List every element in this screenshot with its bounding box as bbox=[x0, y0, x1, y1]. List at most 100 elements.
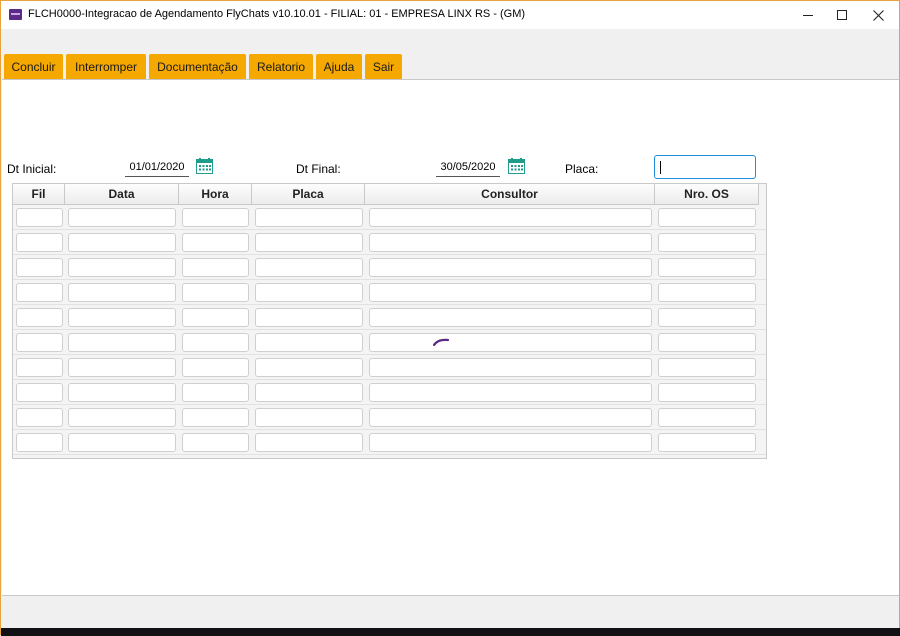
menu-sair[interactable]: Sair bbox=[365, 54, 402, 79]
cell-nro-os[interactable] bbox=[658, 383, 756, 402]
cell-consultor[interactable] bbox=[369, 408, 652, 427]
cell-data[interactable] bbox=[68, 383, 176, 402]
cell-nro-os[interactable] bbox=[658, 283, 756, 302]
cell-nro-os[interactable] bbox=[658, 433, 756, 452]
cell-placa[interactable] bbox=[255, 383, 363, 402]
cell-placa[interactable] bbox=[255, 433, 363, 452]
table-row[interactable] bbox=[13, 380, 766, 405]
app-icon bbox=[9, 9, 22, 20]
cell-nro-os[interactable] bbox=[658, 308, 756, 327]
cell-consultor[interactable] bbox=[369, 258, 652, 277]
cell-fil[interactable] bbox=[16, 233, 63, 252]
cell-placa[interactable] bbox=[255, 208, 363, 227]
menu-interromper[interactable]: Interromper bbox=[66, 54, 146, 79]
column-header-placa[interactable]: Placa bbox=[252, 184, 365, 205]
cell-consultor[interactable] bbox=[369, 283, 652, 302]
cell-nro-os[interactable] bbox=[658, 258, 756, 277]
calendar-icon[interactable] bbox=[196, 158, 213, 174]
table-row[interactable] bbox=[13, 405, 766, 430]
close-button[interactable] bbox=[855, 1, 900, 29]
cell-data[interactable] bbox=[68, 433, 176, 452]
column-header-fil[interactable]: Fil bbox=[13, 184, 65, 205]
table-row[interactable] bbox=[13, 230, 766, 255]
cell-hora[interactable] bbox=[182, 358, 249, 377]
cell-placa[interactable] bbox=[255, 308, 363, 327]
cell-fil[interactable] bbox=[16, 333, 63, 352]
dt-inicial-input[interactable]: 01/01/2020 bbox=[125, 158, 189, 177]
cell-nro-os[interactable] bbox=[658, 408, 756, 427]
cell-hora[interactable] bbox=[182, 408, 249, 427]
cell-hora[interactable] bbox=[182, 233, 249, 252]
cell-hora[interactable] bbox=[182, 333, 249, 352]
cell-fil[interactable] bbox=[16, 383, 63, 402]
cell-consultor[interactable] bbox=[369, 308, 652, 327]
cell-nro-os[interactable] bbox=[658, 208, 756, 227]
cell-data[interactable] bbox=[68, 333, 176, 352]
cell-fil[interactable] bbox=[16, 358, 63, 377]
cell-hora[interactable] bbox=[182, 308, 249, 327]
cell-consultor[interactable] bbox=[369, 358, 652, 377]
cell-consultor[interactable] bbox=[369, 433, 652, 452]
maximize-icon bbox=[837, 10, 847, 20]
table-row[interactable] bbox=[13, 355, 766, 380]
cell-fil[interactable] bbox=[16, 258, 63, 277]
cell-placa[interactable] bbox=[255, 358, 363, 377]
cell-placa[interactable] bbox=[255, 233, 363, 252]
cell-hora[interactable] bbox=[182, 283, 249, 302]
menu-concluir[interactable]: Concluir bbox=[4, 54, 63, 79]
placa-label: Placa: bbox=[565, 162, 599, 176]
menu-ajuda[interactable]: Ajuda bbox=[316, 54, 362, 79]
cell-data[interactable] bbox=[68, 358, 176, 377]
calendar-icon[interactable] bbox=[508, 158, 525, 174]
cell-data[interactable] bbox=[68, 408, 176, 427]
cell-fil[interactable] bbox=[16, 308, 63, 327]
placa-input[interactable] bbox=[654, 155, 756, 179]
column-header-data[interactable]: Data bbox=[65, 184, 179, 205]
cell-consultor[interactable] bbox=[369, 383, 652, 402]
grid-header: Fil Data Hora Placa Consultor Nro. OS bbox=[13, 184, 759, 205]
cell-hora[interactable] bbox=[182, 208, 249, 227]
title-bar: FLCH0000-Integracao de Agendamento FlyCh… bbox=[1, 1, 899, 29]
cell-data[interactable] bbox=[68, 233, 176, 252]
cell-data[interactable] bbox=[68, 308, 176, 327]
cell-fil[interactable] bbox=[16, 208, 63, 227]
cell-data[interactable] bbox=[68, 208, 176, 227]
dt-final-label: Dt Final: bbox=[296, 162, 341, 176]
cell-data[interactable] bbox=[68, 283, 176, 302]
loading-spinner-icon bbox=[433, 338, 449, 346]
cell-placa[interactable] bbox=[255, 283, 363, 302]
table-row[interactable] bbox=[13, 305, 766, 330]
table-row[interactable] bbox=[13, 430, 766, 455]
cell-placa[interactable] bbox=[255, 258, 363, 277]
cell-consultor[interactable] bbox=[369, 333, 652, 352]
column-header-hora[interactable]: Hora bbox=[179, 184, 252, 205]
cell-nro-os[interactable] bbox=[658, 358, 756, 377]
cell-nro-os[interactable] bbox=[658, 233, 756, 252]
table-row[interactable] bbox=[13, 280, 766, 305]
table-row[interactable] bbox=[13, 330, 766, 355]
cell-nro-os[interactable] bbox=[658, 333, 756, 352]
cell-consultor[interactable] bbox=[369, 233, 652, 252]
cell-hora[interactable] bbox=[182, 433, 249, 452]
cell-fil[interactable] bbox=[16, 433, 63, 452]
column-header-consultor[interactable]: Consultor bbox=[365, 184, 655, 205]
cell-hora[interactable] bbox=[182, 383, 249, 402]
table-row[interactable] bbox=[13, 205, 766, 230]
window-title: FLCH0000-Integracao de Agendamento FlyCh… bbox=[28, 8, 526, 20]
table-row[interactable] bbox=[13, 255, 766, 280]
cell-data[interactable] bbox=[68, 258, 176, 277]
cell-fil[interactable] bbox=[16, 283, 63, 302]
menu-relatorio[interactable]: Relatorio bbox=[249, 54, 313, 79]
cell-hora[interactable] bbox=[182, 258, 249, 277]
menu-documentacao[interactable]: Documentação bbox=[149, 54, 246, 79]
cell-fil[interactable] bbox=[16, 408, 63, 427]
minimize-icon bbox=[803, 14, 813, 16]
dt-inicial-label: Dt Inicial: bbox=[7, 162, 57, 176]
dt-final-input[interactable]: 30/05/2020 bbox=[436, 158, 500, 177]
appointments-grid: Fil Data Hora Placa Consultor Nro. OS bbox=[12, 183, 767, 459]
column-header-nro-os[interactable]: Nro. OS bbox=[655, 184, 759, 205]
cell-placa[interactable] bbox=[255, 408, 363, 427]
cell-placa[interactable] bbox=[255, 333, 363, 352]
cell-consultor[interactable] bbox=[369, 208, 652, 227]
close-icon bbox=[872, 9, 884, 21]
